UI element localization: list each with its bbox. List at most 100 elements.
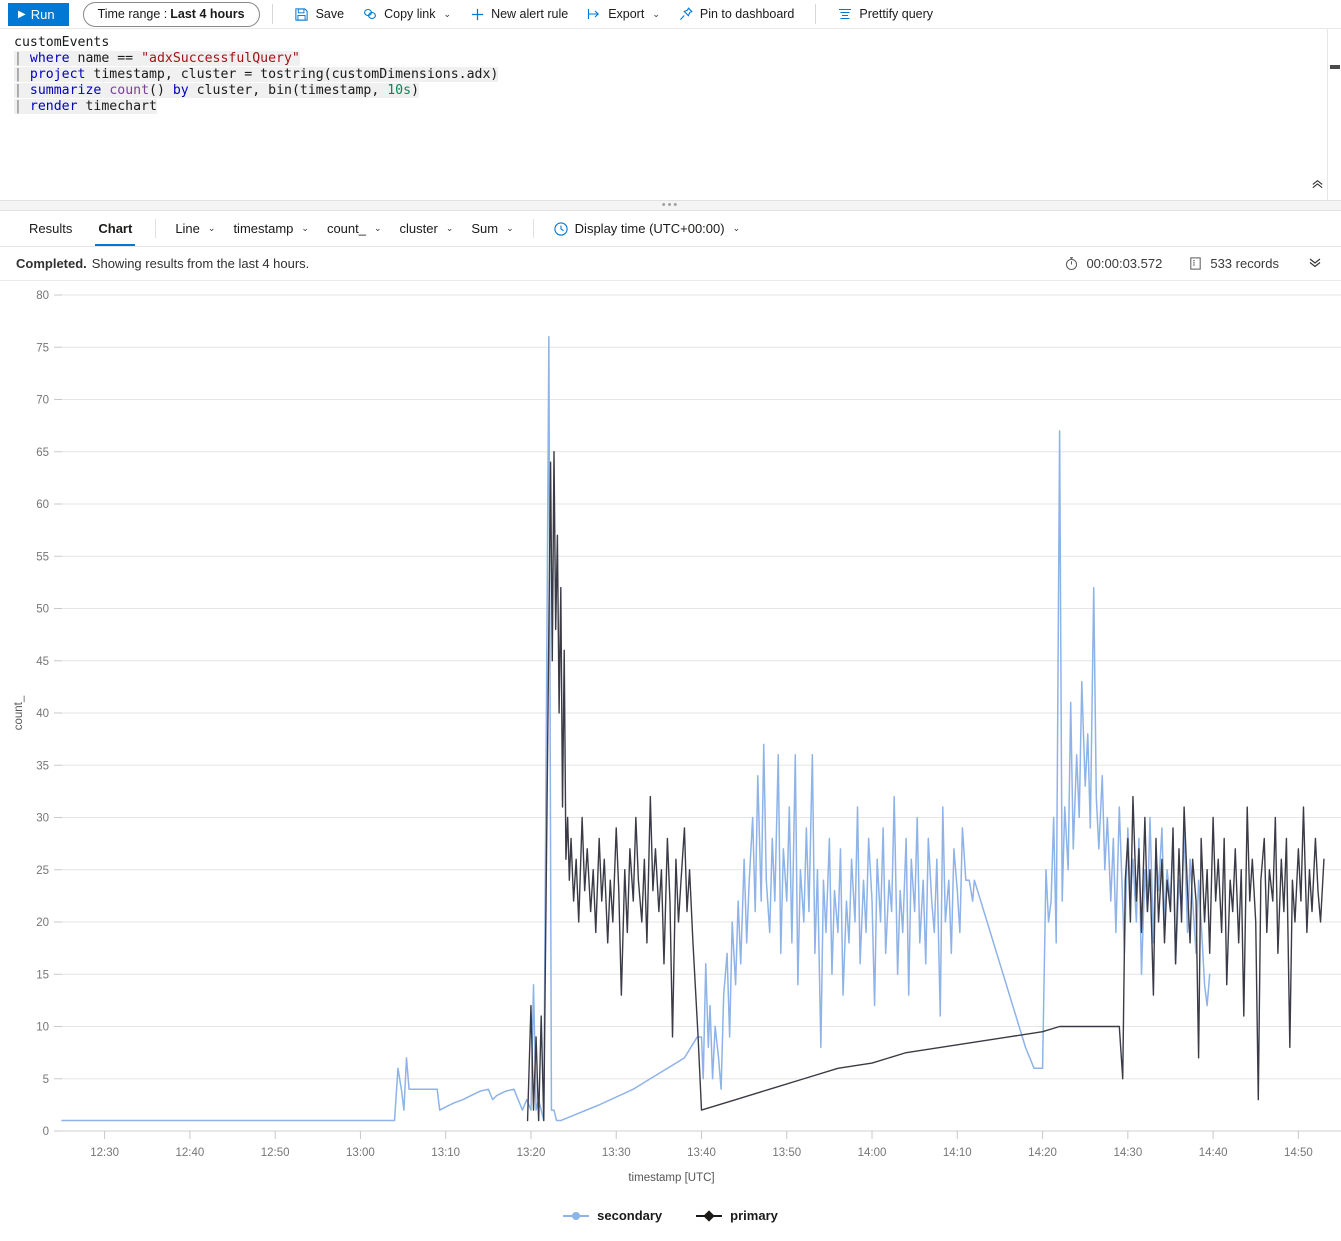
- tab-chart[interactable]: Chart: [85, 211, 145, 246]
- records-icon: [1188, 256, 1203, 271]
- query-duration: 00:00:03.572: [1064, 256, 1162, 271]
- query-token: |: [14, 83, 30, 98]
- y-tick-label: 75: [36, 342, 49, 354]
- query-token: customEvents: [14, 35, 110, 50]
- query-editor[interactable]: customEvents | where name == "adxSuccessf…: [0, 29, 1327, 200]
- toolbar-divider-2: [815, 4, 817, 24]
- query-line-4: | render timechart: [14, 99, 1327, 115]
- chart-type-select[interactable]: Line ⌄: [166, 211, 224, 246]
- query-token: |: [14, 67, 30, 82]
- x-tick-label: 13:00: [346, 1147, 375, 1159]
- series-line-secondary[interactable]: [61, 336, 1211, 1122]
- x-axis-title: timestamp [UTC]: [628, 1172, 714, 1184]
- time-range-prefix: Time range :: [97, 7, 168, 21]
- expand-results-button[interactable]: [1307, 254, 1323, 274]
- legend-item-primary[interactable]: primary: [696, 1208, 778, 1223]
- y-tick-label: 25: [36, 865, 49, 877]
- chevron-down-icon: ⌄: [301, 223, 309, 233]
- query-token: project: [29, 67, 86, 82]
- new-alert-rule-button[interactable]: New alert rule: [460, 0, 577, 29]
- chevron-down-icon: ⌄: [445, 223, 454, 233]
- y-tick-label: 60: [36, 499, 49, 511]
- chevron-down-icon: ⌄: [732, 223, 741, 233]
- pin-to-dashboard-button[interactable]: Pin to dashboard: [669, 0, 804, 29]
- y-tick-label: 5: [43, 1074, 49, 1086]
- y-tick-label: 20: [36, 917, 49, 929]
- save-button[interactable]: Save: [285, 0, 354, 29]
- query-token: by: [172, 83, 189, 98]
- prettify-query-label: Prettify query: [859, 7, 934, 21]
- tab-chart-label: Chart: [98, 221, 133, 236]
- x-tick-label: 14:30: [1113, 1147, 1142, 1159]
- query-line-3: | summarize count() by cluster, bin(time…: [14, 83, 1327, 99]
- x-axis-select[interactable]: timestamp ⌄: [224, 211, 318, 246]
- status-message: Showing results from the last 4 hours.: [91, 256, 310, 271]
- legend-label-primary: primary: [730, 1208, 778, 1223]
- x-tick-label: 12:30: [90, 1147, 119, 1159]
- query-editor-panel: customEvents | where name == "adxSuccessf…: [0, 29, 1341, 201]
- query-token: render: [29, 99, 78, 114]
- x-tick-label: 12:50: [261, 1147, 290, 1159]
- copy-link-label: Copy link: [384, 7, 436, 21]
- query-token: 10s: [387, 83, 412, 98]
- export-icon: [586, 6, 602, 22]
- display-time-label: Display time (UTC+00:00): [574, 221, 725, 236]
- top-toolbar: ▶ Run Time range : Last 4 hours Save Cop…: [0, 0, 1341, 29]
- y-tick-label: 35: [36, 760, 49, 772]
- query-token: name ==: [69, 51, 142, 66]
- query-token: "adxSuccessfulQuery": [141, 51, 300, 66]
- tab-results-label: Results: [29, 221, 73, 236]
- tab-results[interactable]: Results: [16, 211, 85, 246]
- series-line-primary[interactable]: [526, 451, 1325, 1122]
- query-line-1: | where name == "adxSuccessfulQuery": [14, 51, 1327, 67]
- play-icon: ▶: [18, 8, 26, 20]
- save-label: Save: [315, 7, 345, 21]
- run-button[interactable]: ▶ Run: [8, 2, 69, 26]
- timechart: 0 5 10 15 20 25 30 35 40 45 50 55 60 65 70 75 80 12:30 12:…: [0, 281, 1341, 1229]
- legend-marker-secondary: [563, 1210, 590, 1222]
- query-token: where: [29, 51, 70, 66]
- editor-scrollbar[interactable]: [1327, 29, 1341, 200]
- query-token: summarize: [29, 83, 102, 98]
- timer-icon: [1064, 256, 1079, 271]
- time-range-picker[interactable]: Time range : Last 4 hours: [82, 1, 260, 27]
- tabrow-divider-2: [532, 219, 534, 238]
- run-button-label: Run: [30, 6, 55, 22]
- export-button[interactable]: Export ⌄: [577, 0, 669, 29]
- aggregation-select[interactable]: Sum ⌄: [462, 211, 522, 246]
- split-by-select[interactable]: cluster ⌄: [391, 211, 463, 246]
- query-status-bar: Completed. Showing results from the last…: [0, 247, 1341, 281]
- collapse-editor-button[interactable]: [1310, 176, 1325, 194]
- aggregation-value: Sum: [471, 221, 499, 236]
- chart-svg[interactable]: 0 5 10 15 20 25 30 35 40 45 50 55 60 65 70 75 80 12:30 12:…: [0, 281, 1341, 1229]
- legend-item-secondary[interactable]: secondary: [563, 1208, 662, 1223]
- status-state: Completed.: [16, 256, 87, 271]
- x-axis-value: timestamp: [233, 221, 294, 236]
- split-by-value: cluster: [399, 221, 438, 236]
- tabrow-divider-1: [155, 219, 157, 238]
- y-tick-label: 30: [36, 813, 49, 825]
- pin-to-dashboard-label: Pin to dashboard: [699, 7, 795, 21]
- chevron-down-icon: ⌄: [652, 8, 660, 19]
- y-axis-select[interactable]: count_ ⌄: [318, 211, 391, 246]
- query-token: timechart: [77, 99, 157, 114]
- y-tick-label: 45: [36, 656, 49, 668]
- time-range-value: Last 4 hours: [170, 7, 245, 21]
- record-count: 533 records: [1188, 256, 1279, 271]
- y-tick-label: 40: [36, 708, 49, 720]
- x-tick-label: 13:50: [772, 1147, 801, 1159]
- copy-link-button[interactable]: Copy link ⌄: [353, 0, 460, 29]
- record-count-value: 533 records: [1210, 256, 1279, 271]
- y-tick-label: 10: [36, 1022, 49, 1034]
- query-token: |: [14, 99, 30, 114]
- display-time-select[interactable]: Display time (UTC+00:00) ⌄: [544, 211, 749, 246]
- chevron-down-icon: ⌄: [443, 8, 452, 19]
- copy-link-icon: [362, 6, 378, 22]
- y-tick-label: 65: [36, 447, 49, 459]
- x-tick-label: 13:30: [602, 1147, 631, 1159]
- editor-scrollbar-thumb[interactable]: [1330, 65, 1340, 69]
- prettify-query-button[interactable]: Prettify query: [828, 0, 942, 29]
- y-tick-label: 70: [36, 395, 49, 407]
- editor-splitter[interactable]: •••: [0, 200, 1341, 211]
- x-tick-label: 13:10: [431, 1147, 460, 1159]
